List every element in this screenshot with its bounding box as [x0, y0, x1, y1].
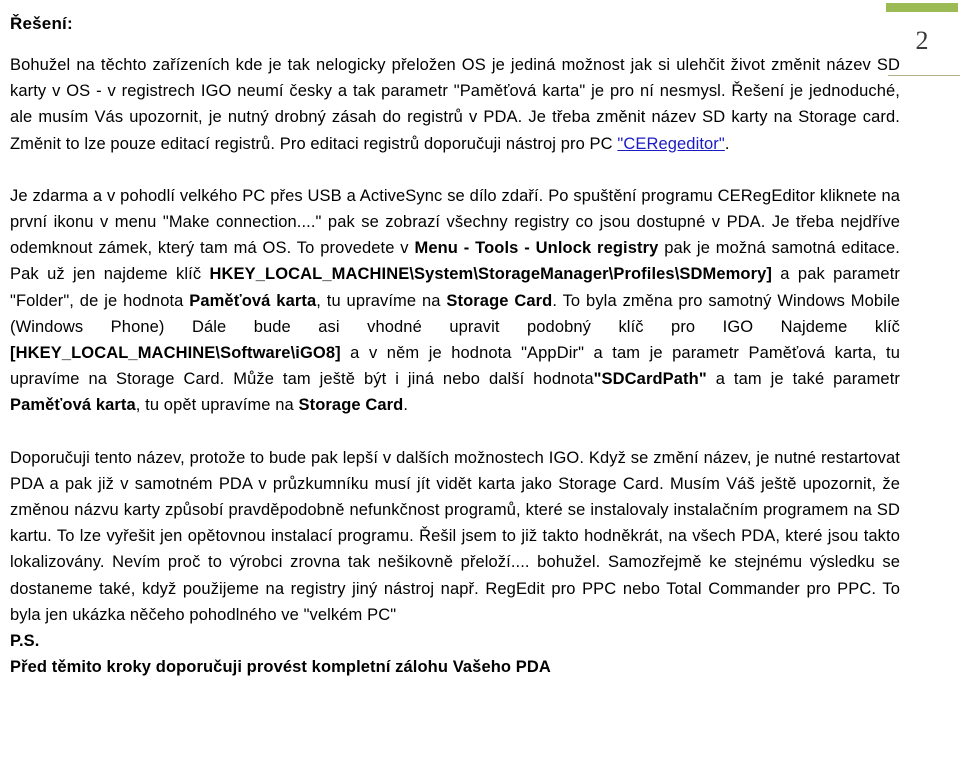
value-storage-card-1: Storage Card	[446, 291, 553, 310]
paragraph-1-text-a: Bohužel na těchto zařízeních kde je tak …	[10, 56, 900, 153]
ceregeditor-link[interactable]: "CERegeditor"	[617, 135, 724, 153]
paragraph-2-text-g: a tam je také parametr	[706, 370, 900, 389]
document-page: 2 Řešení: Bohužel na těchto zařízeních k…	[0, 0, 960, 769]
page-title: Řešení:	[10, 14, 73, 34]
menu-path-bold: Menu - Tools - Unlock registry	[414, 239, 659, 258]
page-number: 2	[915, 26, 929, 55]
paragraph-2-text-d: , tu upravíme na	[316, 291, 447, 310]
ps-note-text: Před těmito kroky doporučuji provést kom…	[10, 658, 551, 677]
registry-key-sdmemory: HKEY_LOCAL_MACHINE\System\StorageManager…	[209, 265, 772, 284]
value-storage-card-2: Storage Card	[298, 396, 404, 415]
paragraph-3: Doporučuji tento název, protože to bude …	[10, 448, 900, 624]
ps-note: Před těmito kroky doporučuji provést kom…	[10, 654, 900, 680]
registry-key-igo8: [HKEY_LOCAL_MACHINE\Software\iGO8]	[10, 344, 341, 363]
paragraph-1: Bohužel na těchto zařízeních kde je tak …	[10, 52, 900, 157]
document-body: Bohužel na těchto zařízeních kde je tak …	[10, 52, 900, 680]
accent-bar	[886, 3, 958, 12]
paragraph-1-text-b: .	[724, 134, 730, 153]
ps-label: P.S.	[10, 628, 900, 654]
value-pametova-karta-1: Paměťová karta	[189, 291, 317, 310]
paragraph-2: Je zdarma a v pohodlí velkého PC přes US…	[10, 183, 900, 419]
value-sdcardpath: "SDCardPath"	[593, 370, 707, 389]
paragraph-2-text-h: , tu opět upravíme na	[135, 396, 299, 415]
ps-label-text: P.S.	[10, 632, 40, 651]
value-pametova-karta-2: Paměťová karta	[10, 396, 136, 415]
paragraph-2-text-i: .	[403, 396, 409, 415]
